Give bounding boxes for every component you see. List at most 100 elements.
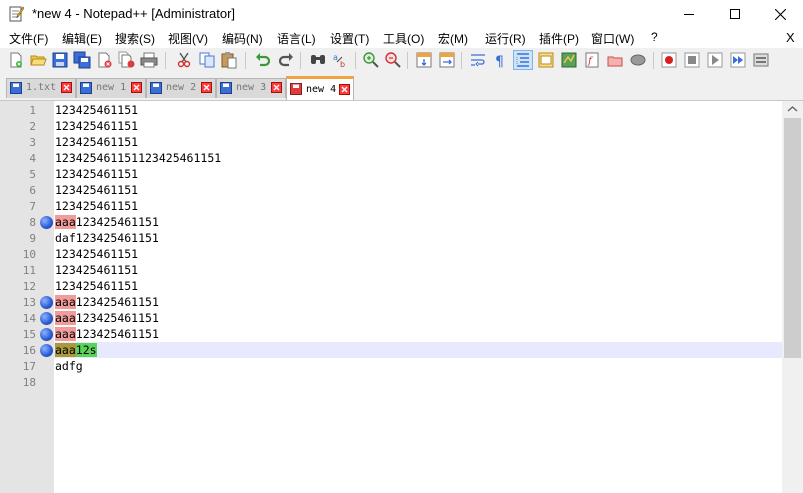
record-macro-icon[interactable] [660, 51, 678, 69]
code-line[interactable]: 123425461151 [55, 134, 138, 150]
sync-vertical-icon[interactable] [415, 51, 433, 69]
menu-run[interactable]: 运行(R) [485, 30, 526, 47]
doc-map-icon[interactable] [560, 51, 578, 69]
replace-icon[interactable]: ab [332, 51, 350, 69]
code-line[interactable]: aaa123425461151 [55, 294, 159, 310]
copy-icon[interactable] [198, 51, 216, 69]
line-number: 9 [29, 232, 36, 245]
notepad-icon[interactable] [9, 5, 25, 22]
minimize-button[interactable] [666, 0, 712, 28]
menu-view[interactable]: 视图(V) [168, 30, 208, 47]
code-line[interactable]: adfg [55, 358, 83, 374]
code-line[interactable]: 123425461151 [55, 262, 138, 278]
title-bar: *new 4 - Notepad++ [Administrator] [0, 0, 803, 28]
close-document-button[interactable]: X [786, 30, 795, 45]
menu-help[interactable]: ? [651, 30, 658, 44]
bookmark-icon[interactable] [40, 216, 53, 229]
sync-horizontal-icon[interactable] [438, 51, 456, 69]
code-line[interactable]: aaa123425461151 [55, 310, 159, 326]
menu-edit[interactable]: 编辑(E) [62, 30, 102, 47]
save-icon[interactable] [51, 51, 69, 69]
code-line[interactable]: daf123425461151 [55, 230, 159, 246]
tab-new-4[interactable]: new 4 [286, 76, 354, 100]
bookmark-icon[interactable] [40, 328, 53, 341]
menu-language[interactable]: 语言(L) [277, 30, 316, 47]
paste-icon[interactable] [220, 51, 238, 69]
code-line[interactable]: 123425461151 [55, 246, 138, 262]
redo-icon[interactable] [277, 51, 295, 69]
code-line[interactable]: 123425461151 [55, 278, 138, 294]
tab-close-icon[interactable] [61, 82, 72, 93]
save-all-icon[interactable] [73, 51, 91, 69]
word-wrap-icon[interactable] [469, 51, 487, 69]
tab-label: new 4 [306, 84, 337, 95]
tab-new-3[interactable]: new 3 [216, 78, 286, 98]
vertical-scrollbar[interactable] [782, 101, 803, 493]
code-line[interactable]: 123425461151123425461151 [55, 150, 221, 166]
code-line[interactable]: 123425461151 [55, 102, 138, 118]
scroll-up-arrow-icon[interactable] [782, 101, 803, 118]
tab-close-icon[interactable] [131, 82, 142, 93]
monitoring-icon[interactable] [629, 51, 647, 69]
save-macro-icon[interactable] [752, 51, 770, 69]
close-all-icon[interactable] [118, 51, 136, 69]
tab-new-1[interactable]: new 1 [76, 78, 146, 98]
stop-macro-icon[interactable] [683, 51, 701, 69]
open-file-icon[interactable] [29, 51, 47, 69]
menu-window[interactable]: 窗口(W) [591, 30, 634, 47]
svg-text:¶: ¶ [495, 54, 504, 69]
run-macro-multiple-icon[interactable] [729, 51, 747, 69]
tab-close-icon[interactable] [201, 82, 212, 93]
udl-icon[interactable] [537, 51, 555, 69]
menu-file[interactable]: 文件(F) [9, 30, 48, 47]
line-text: 123425461151 [75, 327, 159, 341]
close-file-icon[interactable] [96, 51, 114, 69]
code-line[interactable]: aaa123425461151 [55, 214, 159, 230]
zoom-in-icon[interactable] [362, 51, 380, 69]
play-macro-icon[interactable] [706, 51, 724, 69]
menu-search[interactable]: 搜索(S) [115, 30, 155, 47]
line-number: 4 [29, 152, 36, 165]
close-button[interactable] [757, 0, 803, 28]
code-line[interactable]: 123425461151 [55, 198, 138, 214]
tab-close-icon[interactable] [271, 82, 282, 93]
code-line[interactable]: 123425461151 [55, 166, 138, 182]
new-file-icon[interactable] [7, 51, 25, 69]
line-number: 14 [22, 312, 36, 325]
line-number: 8 [29, 216, 36, 229]
menu-encoding[interactable]: 编码(N) [222, 30, 263, 47]
bookmark-icon[interactable] [40, 312, 53, 325]
indent-guide-icon[interactable] [513, 50, 533, 70]
zoom-out-icon[interactable] [384, 51, 402, 69]
line-text: 123425461151 [55, 103, 139, 117]
line-text: 123425461151 [55, 247, 139, 261]
window-title: *new 4 - Notepad++ [Administrator] [32, 6, 236, 21]
menu-macro[interactable]: 宏(M) [438, 30, 468, 47]
code-line[interactable]: aaa123425461151 [55, 326, 159, 342]
editor-area[interactable]: 1 123425461151 2 123425461151 3 123425461151 4… [0, 101, 803, 493]
function-list-icon[interactable]: f [583, 51, 601, 69]
line-text: 123425461151 [55, 183, 139, 197]
bookmark-icon[interactable] [40, 344, 53, 357]
cut-icon[interactable] [175, 51, 193, 69]
menu-settings[interactable]: 设置(T) [330, 30, 369, 47]
menu-plugins[interactable]: 插件(P) [539, 30, 579, 47]
folder-workspace-icon[interactable] [606, 51, 624, 69]
menu-tools[interactable]: 工具(O) [383, 30, 424, 47]
print-icon[interactable] [140, 51, 158, 69]
show-all-chars-icon[interactable]: ¶ [491, 51, 509, 69]
tab-close-icon[interactable] [339, 84, 350, 95]
code-line[interactable]: 123425461151 [55, 118, 138, 134]
minimize-icon [684, 14, 694, 15]
tab-label: new 3 [236, 82, 267, 93]
code-line[interactable]: 123425461151 [55, 182, 138, 198]
bookmark-icon[interactable] [40, 296, 53, 309]
tab-new-2[interactable]: new 2 [146, 78, 216, 98]
maximize-button[interactable] [712, 0, 758, 28]
tab-1-txt[interactable]: 1.txt [6, 78, 76, 98]
tab-bar: 1.txt new 1 new 2 new 3 new 4 [0, 74, 803, 101]
find-icon[interactable] [309, 51, 327, 69]
undo-icon[interactable] [254, 51, 272, 69]
scrollbar-thumb[interactable] [784, 118, 801, 358]
code-line[interactable]: aaa12s [55, 342, 97, 358]
